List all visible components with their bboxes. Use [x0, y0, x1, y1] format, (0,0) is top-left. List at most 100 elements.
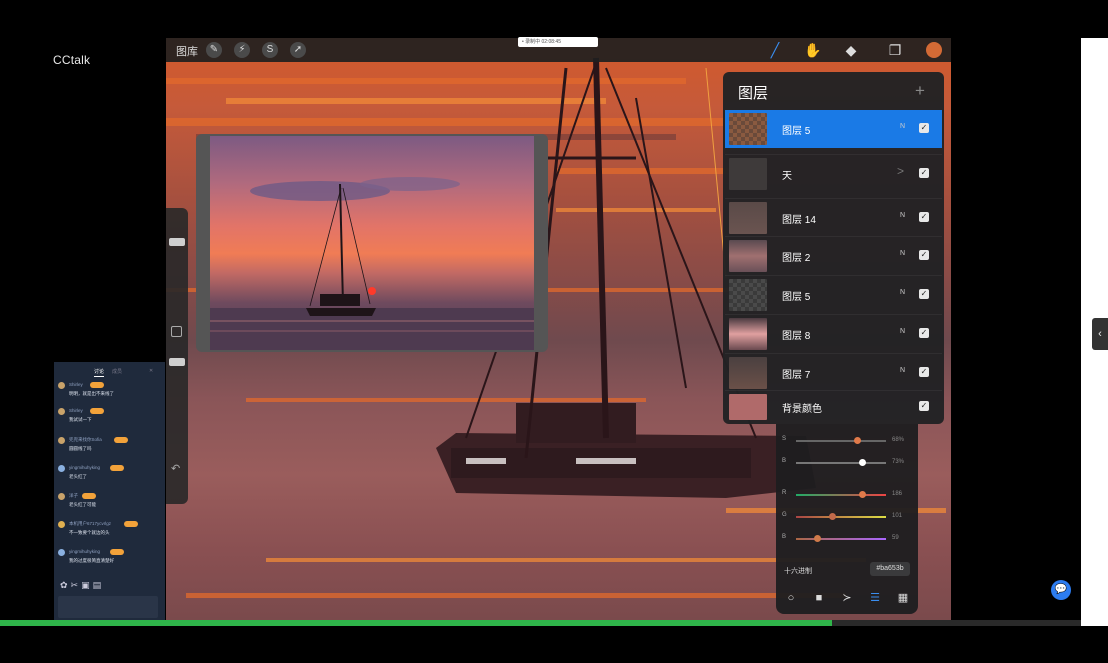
blend-mode[interactable]: N — [900, 212, 905, 219]
brush-opacity-slider[interactable] — [169, 358, 185, 366]
layer-thumbnail — [729, 279, 767, 311]
level-badge — [82, 493, 96, 499]
add-layer-button[interactable]: + — [915, 81, 925, 101]
level-badge — [90, 382, 104, 388]
close-icon[interactable]: ✕ — [149, 368, 153, 374]
recording-badge: • 录制中 02:08:45 — [518, 37, 598, 47]
layer-row[interactable]: 图层 5 N ✓ — [725, 110, 942, 148]
tab-discussion[interactable]: 讨论 — [94, 368, 105, 377]
image-icon[interactable]: ▣ — [81, 580, 93, 590]
brush-icon[interactable]: ╱ — [766, 41, 784, 59]
app-logo: CCtalk — [53, 53, 91, 67]
color-panel: S 68% B 73% R 186 G 101 B 59 十六进制 #ba653… — [776, 424, 918, 614]
magic-wand-icon[interactable]: ⚡ — [234, 42, 250, 58]
eraser-icon[interactable]: ◆ — [842, 41, 860, 59]
chat-message: yingmihuhyking 我的过度很简直清楚好 — [58, 549, 162, 571]
screen-icon[interactable]: ▤ — [93, 580, 105, 590]
visibility-checkbox[interactable]: ✓ — [919, 401, 929, 411]
color-slider[interactable]: R 186 — [782, 490, 914, 500]
layer-thumbnail — [729, 158, 767, 190]
avatar — [58, 408, 65, 415]
hex-label: 十六进制 — [784, 568, 812, 575]
avatar — [58, 493, 65, 500]
palette-mode-icon[interactable]: ▦ — [894, 589, 912, 607]
chat-input[interactable] — [58, 596, 158, 618]
scissors-icon[interactable]: ✂ — [71, 580, 82, 590]
blend-mode[interactable]: N — [900, 123, 905, 130]
blend-mode[interactable]: N — [900, 289, 905, 296]
visibility-checkbox[interactable]: ✓ — [919, 212, 929, 222]
bottom-black-bar — [0, 626, 1108, 663]
blend-mode[interactable]: N — [900, 328, 905, 335]
color-slider[interactable]: B 59 — [782, 534, 914, 544]
chat-message: 兜兜来找你Sofia 圆圆线了吗 — [58, 437, 162, 459]
background-color-row[interactable]: 背景颜色 ✓ — [725, 390, 942, 422]
layer-thumbnail — [729, 394, 767, 420]
brush-size-slider[interactable] — [169, 238, 185, 246]
layer-thumbnail — [729, 357, 767, 389]
harmony-mode-icon[interactable]: ≻ — [838, 589, 856, 607]
level-badge — [124, 521, 138, 527]
chat-message: Shirley 明明，就是出不来线了 — [58, 382, 162, 404]
color-slider[interactable]: B 73% — [782, 458, 914, 468]
chat-panel: 讨论 成员 ✕ Shirley 明明，就是出不来线了 Shirley 我试试一下… — [54, 362, 165, 620]
color-slider[interactable]: S 68% — [782, 436, 914, 446]
layer-group-row[interactable]: 天 > ✓ — [725, 154, 942, 192]
hex-input[interactable]: #ba653b — [870, 562, 910, 576]
blend-mode[interactable]: N — [900, 250, 905, 257]
avatar — [58, 465, 65, 472]
chevron-right-icon[interactable]: > — [897, 164, 904, 178]
flower-icon[interactable]: ✿ — [60, 580, 71, 590]
undo-icon[interactable]: ↶ — [171, 462, 180, 475]
layer-row[interactable]: 图层 7 N ✓ — [725, 353, 942, 391]
visibility-checkbox[interactable]: ✓ — [919, 328, 929, 338]
chat-message: yingmihuhyking 老头红了 — [58, 465, 162, 487]
gallery-button[interactable]: 图库 — [176, 43, 198, 59]
visibility-checkbox[interactable]: ✓ — [919, 123, 929, 133]
level-badge — [90, 408, 104, 414]
smudge-icon[interactable]: ✋ — [804, 41, 822, 59]
layer-thumbnail — [729, 318, 767, 350]
layer-row[interactable]: 图层 2 N ✓ — [725, 236, 942, 274]
level-badge — [110, 549, 124, 555]
chat-message: 洋子 老头红了可能 — [58, 493, 162, 515]
top-black-bar — [0, 0, 1108, 38]
chat-message: Shirley 我试试一下 — [58, 408, 162, 430]
selection-icon[interactable]: S — [262, 42, 278, 58]
color-swatch[interactable] — [926, 42, 942, 58]
chat-bubble-icon[interactable]: 💬 — [1051, 580, 1071, 600]
chevron-left-icon[interactable]: ‹ — [1092, 318, 1108, 350]
blend-mode[interactable]: N — [900, 367, 905, 374]
classic-mode-icon[interactable]: ■ — [810, 589, 828, 607]
layer-row[interactable]: 图层 14 N ✓ — [725, 198, 942, 236]
avatar — [58, 549, 65, 556]
color-mode-tabs: ○ ■ ≻ ☰ ▦ — [782, 589, 912, 607]
brush-slider-bar: ↶ — [166, 208, 188, 504]
level-badge — [110, 465, 124, 471]
modify-button[interactable] — [171, 326, 182, 337]
chat-toolbar: ✿✂▣▤ — [60, 580, 104, 591]
visibility-checkbox[interactable]: ✓ — [919, 367, 929, 377]
visibility-checkbox[interactable]: ✓ — [919, 250, 929, 260]
wrench-icon[interactable]: ✎ — [206, 42, 222, 58]
value-mode-icon[interactable]: ☰ — [866, 589, 884, 607]
tab-members[interactable]: 成员 — [112, 368, 122, 375]
level-badge — [114, 437, 128, 443]
avatar — [58, 382, 65, 389]
transform-arrow-icon[interactable]: ➚ — [290, 42, 306, 58]
color-slider[interactable]: G 101 — [782, 512, 914, 522]
avatar — [58, 437, 65, 444]
layers-title: 图层 — [738, 85, 769, 102]
visibility-checkbox[interactable]: ✓ — [919, 289, 929, 299]
layers-panel: 图层 + 图层 5 N ✓ 天 > ✓ 图层 14 N ✓ 图层 2 N ✓ 图… — [723, 72, 944, 424]
disc-mode-icon[interactable]: ○ — [782, 589, 800, 607]
avatar — [58, 521, 65, 528]
chat-message: 本机用户6717ycvrlgz 不一致要个就边的头 — [58, 521, 162, 543]
layer-thumbnail — [729, 202, 767, 234]
visibility-checkbox[interactable]: ✓ — [919, 168, 929, 178]
layer-row[interactable]: 图层 8 N ✓ — [725, 314, 942, 352]
layer-row[interactable]: 图层 5 N ✓ — [725, 275, 942, 313]
left-black-margin — [0, 38, 36, 626]
reference-image — [210, 136, 534, 350]
layers-icon[interactable]: ❐ — [886, 41, 904, 59]
